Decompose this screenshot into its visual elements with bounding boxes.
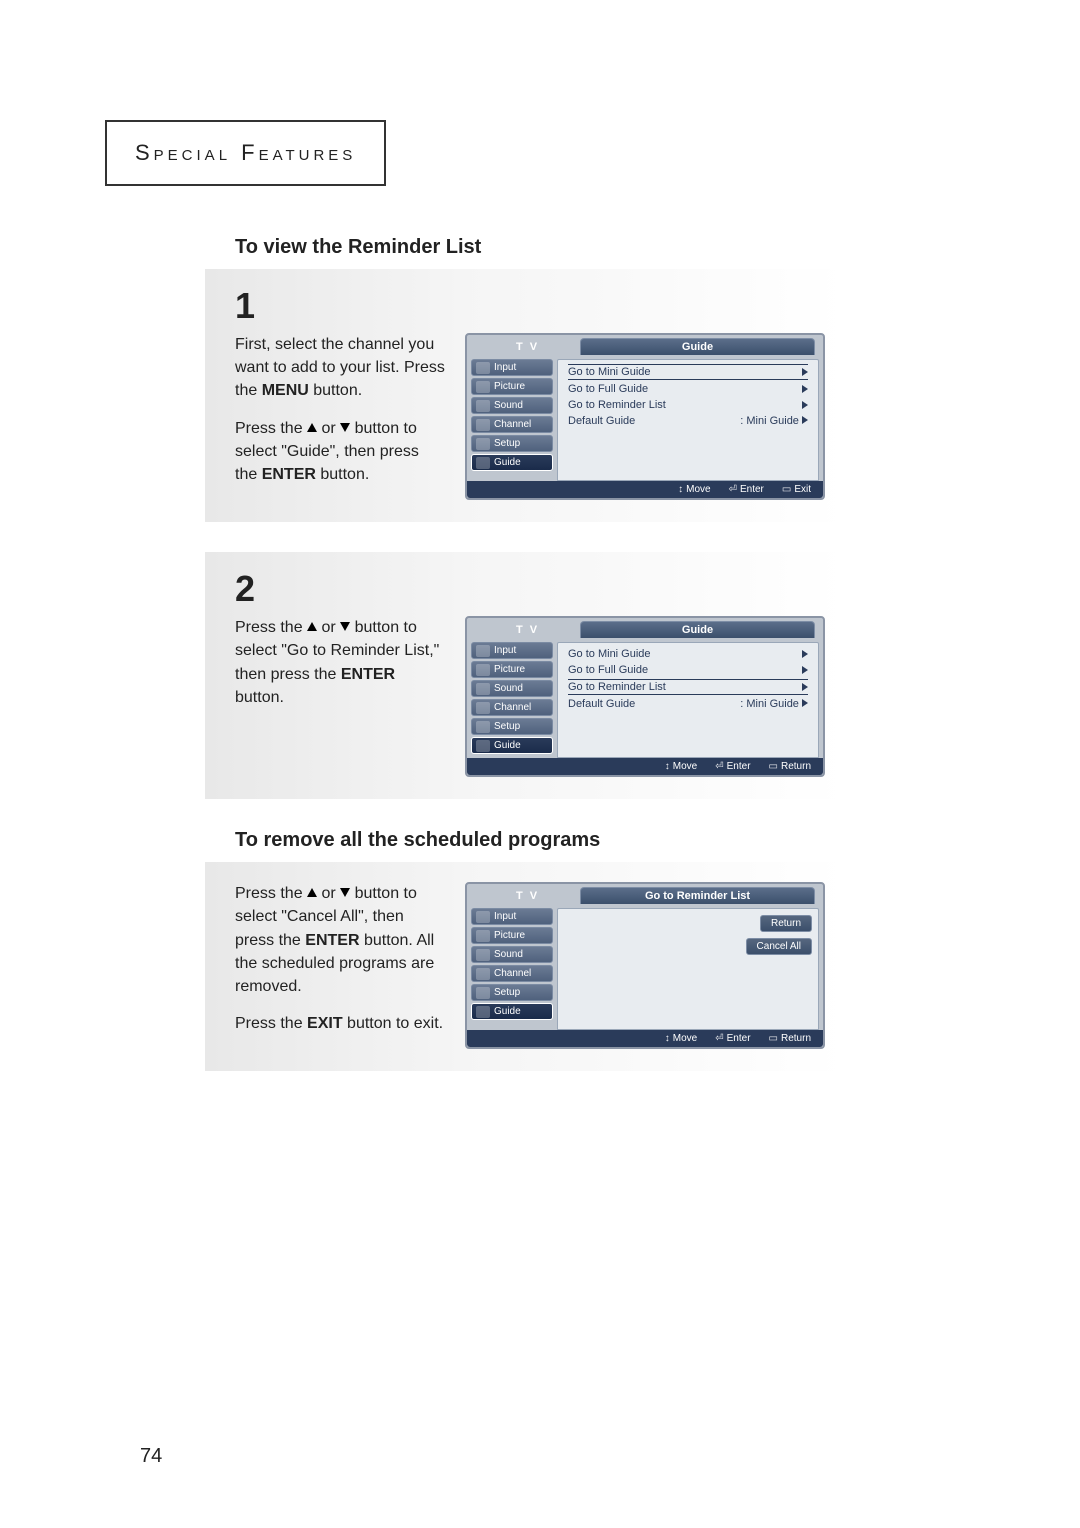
osd-menu-picture: Picture bbox=[471, 927, 553, 944]
step-3-text: Press the or button to select "Cancel Al… bbox=[235, 882, 445, 1049]
page-number: 74 bbox=[140, 1445, 162, 1468]
down-icon bbox=[340, 622, 350, 631]
arrow-right-icon bbox=[802, 650, 808, 658]
osd-screenshot-3: T VGo to Reminder List Input Picture Sou… bbox=[465, 882, 825, 1049]
step-3: Press the or button to select "Cancel Al… bbox=[205, 862, 845, 1071]
arrow-right-icon bbox=[802, 401, 808, 409]
osd-screenshot-1: T VGuide Input Picture Sound Channel Set… bbox=[465, 333, 825, 500]
osd-menu-setup: Setup bbox=[471, 435, 553, 452]
osd-menu-sound: Sound bbox=[471, 397, 553, 414]
osd-menu-input: Input bbox=[471, 359, 553, 376]
osd-menu-channel: Channel bbox=[471, 416, 553, 433]
osd-menu-picture: Picture bbox=[471, 378, 553, 395]
up-icon bbox=[307, 622, 317, 631]
heading-remove-all: To remove all the scheduled programs bbox=[235, 829, 845, 852]
step-1-text: First, select the channel you want to ad… bbox=[235, 333, 445, 500]
heading-view-reminder: To view the Reminder List bbox=[235, 236, 845, 259]
osd-menu-setup: Setup bbox=[471, 984, 553, 1001]
up-icon bbox=[307, 888, 317, 897]
osd-menu-input: Input bbox=[471, 642, 553, 659]
osd-menu-channel: Channel bbox=[471, 699, 553, 716]
down-icon bbox=[340, 888, 350, 897]
up-icon bbox=[307, 423, 317, 432]
arrow-right-icon bbox=[802, 683, 808, 691]
arrow-right-icon bbox=[802, 416, 808, 424]
osd-screenshot-2: T VGuide Input Picture Sound Channel Set… bbox=[465, 616, 825, 777]
arrow-right-icon bbox=[802, 385, 808, 393]
osd-menu-guide: Guide bbox=[471, 454, 553, 471]
osd-menu-sound: Sound bbox=[471, 946, 553, 963]
step-number: 2 bbox=[235, 568, 825, 610]
arrow-right-icon bbox=[802, 368, 808, 376]
section-header: Special Features bbox=[105, 120, 386, 186]
arrow-right-icon bbox=[802, 666, 808, 674]
osd-menu-channel: Channel bbox=[471, 965, 553, 982]
osd-menu-guide: Guide bbox=[471, 737, 553, 754]
osd-menu-guide: Guide bbox=[471, 1003, 553, 1020]
step-1: 1 First, select the channel you want to … bbox=[205, 269, 845, 522]
step-number: 1 bbox=[235, 285, 825, 327]
osd-cancel-all-button: Cancel All bbox=[746, 938, 812, 955]
step-2-text: Press the or button to select "Go to Rem… bbox=[235, 616, 445, 777]
osd-return-button: Return bbox=[760, 915, 812, 932]
osd-menu-sound: Sound bbox=[471, 680, 553, 697]
osd-menu-input: Input bbox=[471, 908, 553, 925]
section-header-text: Special Features bbox=[135, 140, 356, 165]
step-2: 2 Press the or button to select "Go to R… bbox=[205, 552, 845, 799]
osd-menu-setup: Setup bbox=[471, 718, 553, 735]
osd-menu-picture: Picture bbox=[471, 661, 553, 678]
arrow-right-icon bbox=[802, 699, 808, 707]
down-icon bbox=[340, 423, 350, 432]
